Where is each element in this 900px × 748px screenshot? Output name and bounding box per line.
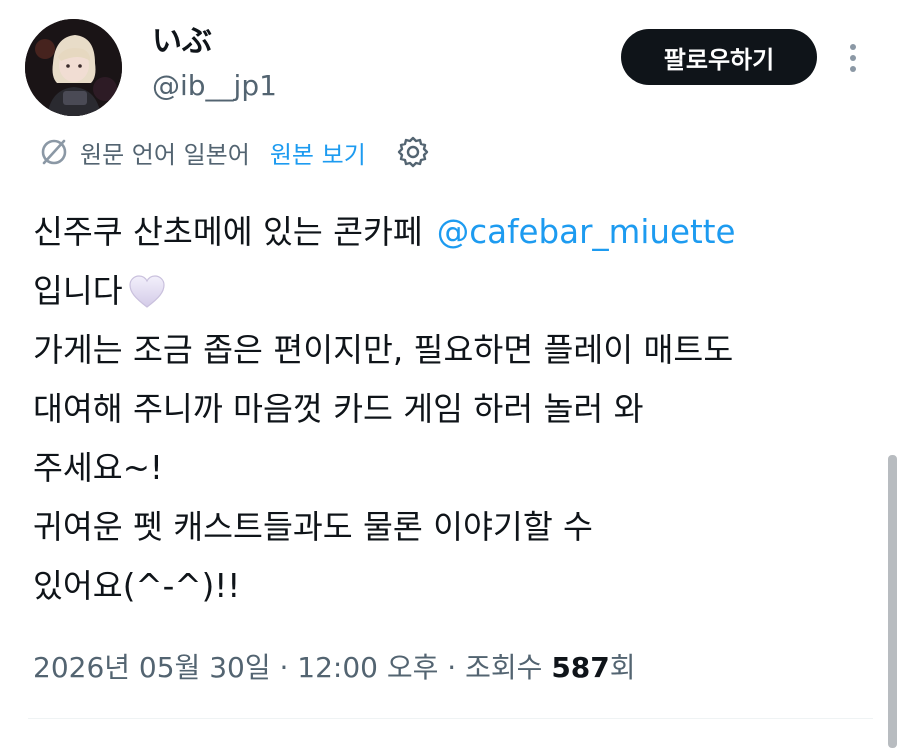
tweet-line-text: 신주쿠 산초메에 있는 콘카페 (33, 213, 423, 251)
tweet-line-text: 귀여운 펫 캐스트들과도 물론 이야기할 수 (33, 508, 593, 546)
gear-icon[interactable] (396, 135, 430, 169)
tweet-line: 귀여운 펫 캐스트들과도 물론 이야기할 수 (33, 498, 873, 557)
translate-icon (38, 136, 70, 168)
tweet-text: 신주쿠 산초메에 있는 콘카페 @cafebar_miuette 입니다 가게는… (33, 203, 873, 616)
more-icon[interactable] (838, 38, 868, 78)
view-original-link[interactable]: 원본 보기 (270, 135, 366, 170)
tweet-line: 신주쿠 산초메에 있는 콘카페 @cafebar_miuette (33, 203, 873, 262)
view-count: 587 (551, 651, 610, 684)
timestamp[interactable]: 2026년 05월 30일 · 12:00 오후 · 조회수 (33, 651, 542, 684)
source-language-label: 원문 언어 일본어 (80, 140, 250, 169)
tweet-line-text: 대여해 주니까 마음껏 카드 게임 하러 놀러 와 (33, 390, 644, 428)
mention-link[interactable]: @cafebar_miuette (437, 203, 736, 262)
tweet-line-text: 주세요~! (33, 449, 163, 487)
tweet-line: 주세요~! (33, 439, 873, 498)
tweet-line: 가게는 조금 좁은 편이지만, 필요하면 플레이 매트도 (33, 321, 873, 380)
tweet-line-text: 있어요(^-^)!! (33, 567, 241, 605)
profile-photo (25, 19, 122, 116)
avatar[interactable] (25, 19, 122, 116)
follow-button[interactable]: 팔로우하기 (621, 29, 817, 85)
user-handle[interactable]: @ib__jp1 (152, 68, 277, 104)
tweet-line-text: 가게는 조금 좁은 편이지만, 필요하면 플레이 매트도 (33, 331, 734, 369)
scrollbar[interactable] (888, 455, 897, 748)
white-heart-icon (127, 273, 167, 311)
divider (28, 718, 873, 719)
tweet-line: 입니다 (33, 262, 873, 321)
tweet-line-text: 입니다 (33, 272, 123, 310)
display-name[interactable]: いぶ (152, 22, 212, 62)
translation-bar: 원문 언어 일본어 원본 보기 (38, 132, 430, 172)
view-count-suffix: 회 (609, 651, 636, 684)
tweet-line: 대여해 주니까 마음껏 카드 게임 하러 놀러 와 (33, 380, 873, 439)
tweet-line: 있어요(^-^)!! (33, 557, 873, 616)
tweet-meta: 2026년 05월 30일 · 12:00 오후 · 조회수 587회 (33, 642, 636, 694)
